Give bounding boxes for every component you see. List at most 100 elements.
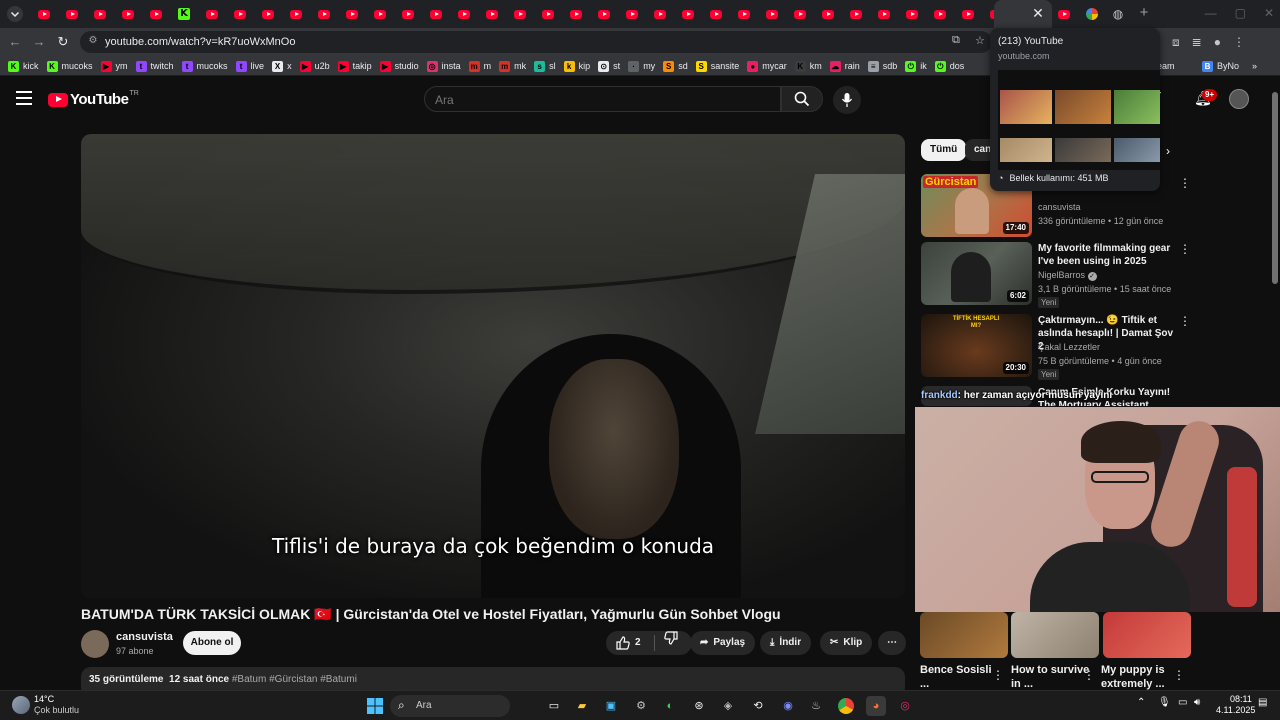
recommendation-item[interactable]: TİFTİK HESAPLI MI? 20:30 Çaktırmayın... …	[921, 314, 1191, 380]
bookmark-item[interactable]: ▶ studio	[379, 59, 419, 73]
chips-next-icon[interactable]: ›	[1166, 144, 1170, 158]
short-thumbnail[interactable]	[920, 612, 1008, 658]
clock-time[interactable]: 08:11	[1230, 694, 1252, 704]
tab[interactable]	[702, 4, 730, 24]
bookmark-item[interactable]: ● mycar	[747, 59, 787, 73]
microphone-tray-icon[interactable]: 🎙︎	[1158, 697, 1171, 708]
bookmark-item[interactable]: · my	[628, 59, 655, 73]
app-icon[interactable]: ◈	[718, 696, 738, 716]
tab[interactable]	[870, 4, 898, 24]
bookmark-item[interactable]: t twitch	[135, 59, 174, 73]
reload-icon[interactable]: ↻	[54, 33, 72, 51]
bookmark-item[interactable]: ⏻ dos	[934, 59, 964, 73]
tab-close-icon[interactable]: ✕	[1030, 4, 1046, 22]
firefox-icon[interactable]: ◕	[866, 696, 886, 716]
tab[interactable]	[618, 4, 646, 24]
more-vertical-icon[interactable]: ⋮	[1083, 668, 1095, 682]
instagram-icon[interactable]: ◎	[895, 696, 915, 716]
bookmark-byno[interactable]: B ByNo	[1202, 59, 1239, 73]
start-button[interactable]	[365, 696, 385, 716]
bookmark-item[interactable]: Kkick	[8, 59, 39, 73]
short-title[interactable]: How to survive in ...	[1011, 663, 1091, 691]
bookmark-item[interactable]: ▶ ym	[100, 59, 128, 73]
tab[interactable]	[366, 4, 394, 24]
tab[interactable]	[226, 4, 254, 24]
hashtags[interactable]: #Batum #Gürcistan #Batumi	[232, 674, 357, 685]
new-tab-button[interactable]: +	[1136, 4, 1152, 22]
more-vertical-icon[interactable]: ⋮	[1179, 242, 1191, 256]
volume-icon[interactable]: 🔊︎	[1194, 697, 1200, 708]
close-window-icon[interactable]: ✕	[1264, 4, 1274, 22]
tab[interactable]	[898, 4, 926, 24]
bookmark-item[interactable]: Kkm	[794, 59, 822, 73]
tab[interactable]: K	[170, 4, 198, 24]
chrome-icon[interactable]	[836, 696, 856, 716]
bookmark-star-icon[interactable]: ☆	[975, 34, 985, 47]
tab[interactable]	[58, 4, 86, 24]
site-info-icon[interactable]: ⚙	[86, 34, 100, 48]
tab[interactable]	[926, 4, 954, 24]
tab[interactable]	[114, 4, 142, 24]
bookmark-item[interactable]: ▶ u2b	[299, 59, 330, 73]
tab[interactable]	[534, 4, 562, 24]
task-view-icon[interactable]: ▭	[544, 696, 564, 716]
menu-icon[interactable]	[16, 91, 32, 105]
store-icon[interactable]: ▣	[601, 696, 621, 716]
weather-description[interactable]: Çok bulutlu	[34, 705, 79, 715]
bookmark-item[interactable]: k kip	[563, 59, 590, 73]
like-button[interactable]: 2	[616, 631, 641, 655]
steam-icon[interactable]: ♨	[806, 696, 826, 716]
clock-date[interactable]: 4.11.2025	[1216, 705, 1255, 715]
voice-search-button[interactable]	[833, 86, 861, 114]
more-bookmarks-icon[interactable]: »	[1252, 59, 1257, 73]
tab[interactable]	[730, 4, 758, 24]
tab[interactable]	[30, 4, 58, 24]
recommendation-thumbnail[interactable]: 6:02	[921, 242, 1032, 305]
tab[interactable]	[674, 4, 702, 24]
install-app-icon[interactable]: ⧉	[952, 34, 960, 47]
tab-globe[interactable]: ◍	[1104, 4, 1132, 24]
channel-name[interactable]: cansuvista	[116, 631, 173, 643]
search-input[interactable]	[435, 92, 765, 108]
short-thumbnail[interactable]	[1103, 612, 1191, 658]
tab[interactable]	[842, 4, 870, 24]
tab[interactable]	[646, 4, 674, 24]
share-button[interactable]: ➦ Paylaş	[690, 631, 756, 655]
tab-google[interactable]	[1078, 4, 1106, 24]
recommendation-item[interactable]: 6:02 My favorite filmmaking gear I've be…	[921, 242, 1191, 308]
bookmark-item[interactable]: mm	[468, 59, 491, 73]
more-vertical-icon[interactable]: ⋮	[992, 668, 1004, 682]
bookmark-item[interactable]: Kmucoks	[46, 59, 93, 73]
recommendation-channel[interactable]: NigelBarros ✓	[1038, 270, 1097, 281]
tab[interactable]	[954, 4, 982, 24]
tab-search-button[interactable]	[6, 4, 28, 24]
tab[interactable]	[562, 4, 590, 24]
tab[interactable]	[310, 4, 338, 24]
bookmark-item[interactable]: Ssd	[663, 59, 688, 73]
tab[interactable]	[338, 4, 366, 24]
dislike-button[interactable]	[663, 631, 678, 655]
tab[interactable]	[478, 4, 506, 24]
tray-overflow-icon[interactable]: ⌃	[1137, 697, 1145, 708]
bookmark-item[interactable]: Xx	[272, 59, 292, 73]
tab[interactable]	[394, 4, 422, 24]
recommendation-channel[interactable]: Çakal Lezzetler	[1038, 342, 1100, 352]
back-icon[interactable]: ←	[6, 33, 24, 51]
bookmark-item[interactable]: ≡ sdb	[867, 59, 897, 73]
weather-cloud-icon[interactable]	[12, 696, 30, 714]
search-button[interactable]	[781, 86, 823, 112]
account-avatar[interactable]	[1229, 89, 1249, 109]
bookmark-item[interactable]: m mk	[499, 59, 526, 73]
media-control-icon[interactable]: ≣	[1192, 33, 1202, 51]
extensions-icon[interactable]: ⧈	[1172, 33, 1180, 51]
tab[interactable]	[86, 4, 114, 24]
bookmark-item[interactable]: ◎ insta	[426, 59, 461, 73]
tab-youtube[interactable]	[1050, 4, 1078, 24]
network-icon[interactable]: ▭	[1178, 697, 1187, 708]
tab[interactable]	[422, 4, 450, 24]
more-vertical-icon[interactable]: ⋮	[1173, 668, 1185, 682]
minimize-icon[interactable]: —	[1205, 4, 1217, 22]
bookmark-item[interactable]: ⊙ st	[598, 59, 620, 73]
recommendation-title[interactable]: My favorite filmmaking gear I've been us…	[1038, 242, 1178, 268]
tab[interactable]	[450, 4, 478, 24]
